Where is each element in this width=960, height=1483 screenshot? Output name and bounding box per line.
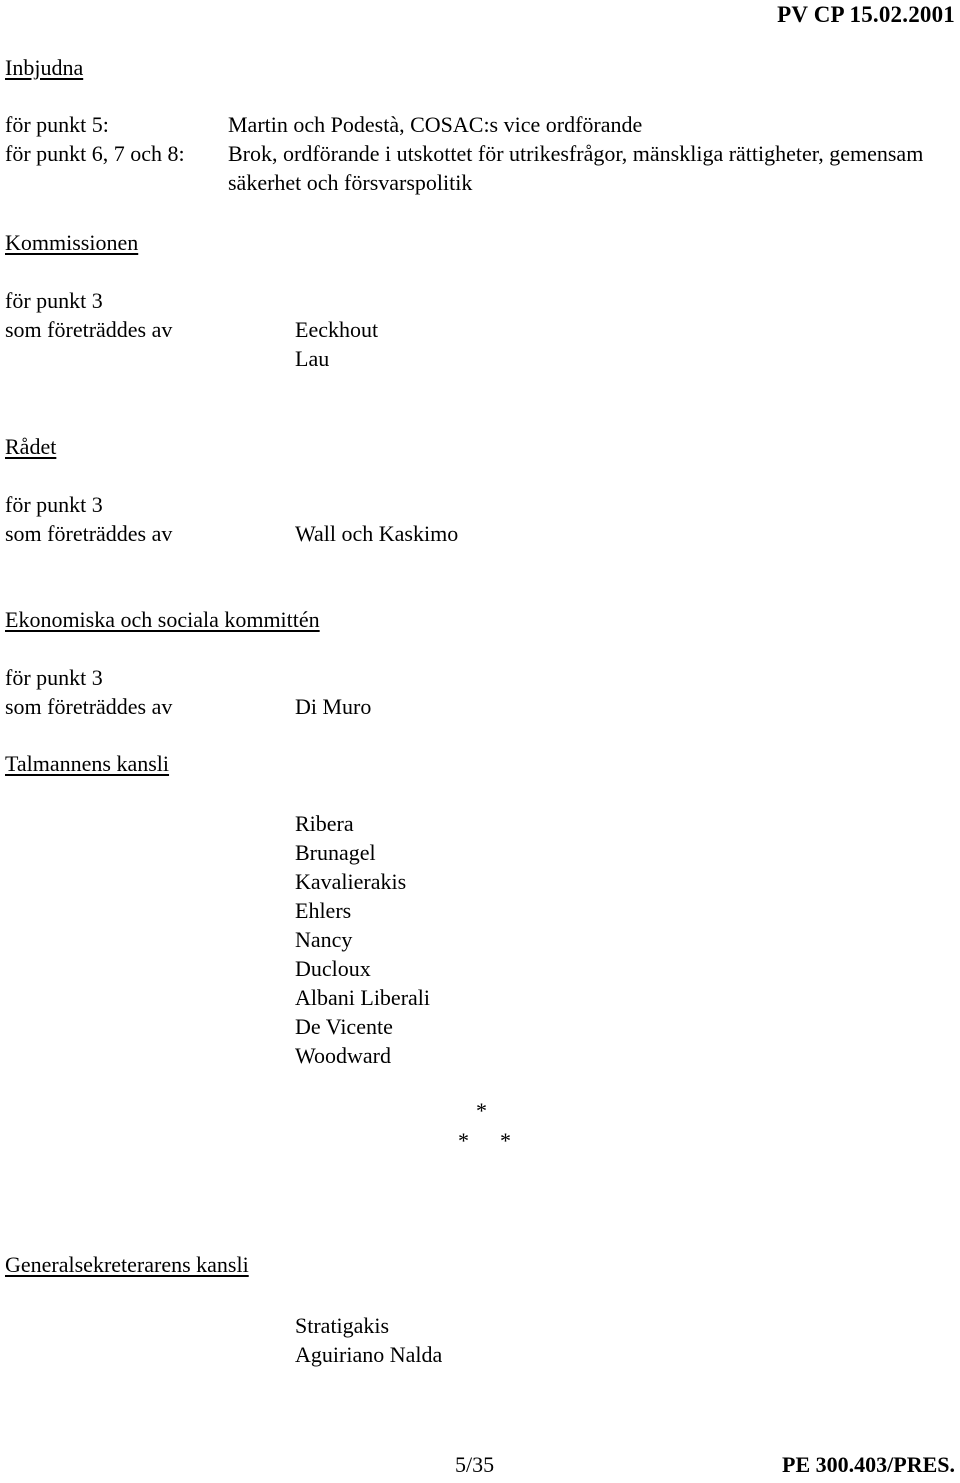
invited-item5-label: för punkt 5: (5, 112, 109, 137)
page-number: 5/35 (455, 1452, 495, 1477)
list-item: Ehlers (295, 898, 352, 923)
section-heading-talmannens-kansli: Talmannens kansli (5, 751, 170, 776)
commission-represented-label: som företräddes av (5, 317, 173, 342)
asterisk-right-icon: * (500, 1128, 511, 1153)
council-item-label: för punkt 3 (5, 492, 103, 517)
page-footer: 5/35 PE 300.403/PRES. (0, 1452, 955, 1482)
secretary-general-office-name-list: Stratigakis Aguiriano Nalda (295, 1311, 442, 1369)
list-item: Stratigakis (295, 1313, 390, 1338)
document-header-reference: PV CP 15.02.2001 (777, 2, 955, 27)
list-item: Woodward (295, 1043, 391, 1068)
section-heading-generalsekreterarens-kansli: Generalsekreterarens kansli (5, 1252, 249, 1277)
list-item: De Vicente (295, 1014, 393, 1039)
list-item: Albani Liberali (295, 985, 431, 1010)
esc-represented-label: som företräddes av (5, 694, 173, 719)
section-heading-ekonomiska-sociala-kommitten: Ekonomiska och sociala kommittén (5, 607, 320, 632)
document-page: PV CP 15.02.2001 Inbjudna för punkt 5: M… (0, 0, 960, 1483)
list-item: Nancy (295, 927, 353, 952)
commission-name-1: Eeckhout (295, 317, 379, 342)
list-item: Aguiriano Nalda (295, 1342, 443, 1367)
asterisk-top-icon: * (476, 1098, 487, 1123)
list-item: Ribera (295, 811, 354, 836)
council-name-1: Wall och Kaskimo (295, 521, 459, 546)
invited-item678-label: för punkt 6, 7 och 8: (5, 141, 185, 166)
list-item: Brunagel (295, 840, 376, 865)
commission-name-2: Lau (295, 346, 330, 371)
list-item: Kavalierakis (295, 869, 407, 894)
esc-name-1: Di Muro (295, 694, 372, 719)
section-heading-radet: Rådet (5, 434, 57, 459)
document-reference: PE 300.403/PRES. (782, 1452, 955, 1477)
esc-item-label: för punkt 3 (5, 665, 103, 690)
invited-item678-value: Brok, ordförande i utskottet för utrikes… (228, 141, 924, 195)
list-item: Ducloux (295, 956, 371, 981)
asterisk-separator: * * * (440, 1096, 550, 1156)
invited-item5-value: Martin och Podestà, COSAC:s vice ordföra… (228, 112, 643, 137)
council-represented-label: som företräddes av (5, 521, 173, 546)
commission-item-label: för punkt 3 (5, 288, 103, 313)
presidents-office-name-list: Ribera Brunagel Kavalierakis Ehlers Nanc… (295, 809, 430, 1070)
asterisk-left-icon: * (458, 1128, 469, 1153)
section-heading-inbjudna: Inbjudna (5, 55, 84, 80)
section-heading-kommissionen: Kommissionen (5, 230, 139, 255)
